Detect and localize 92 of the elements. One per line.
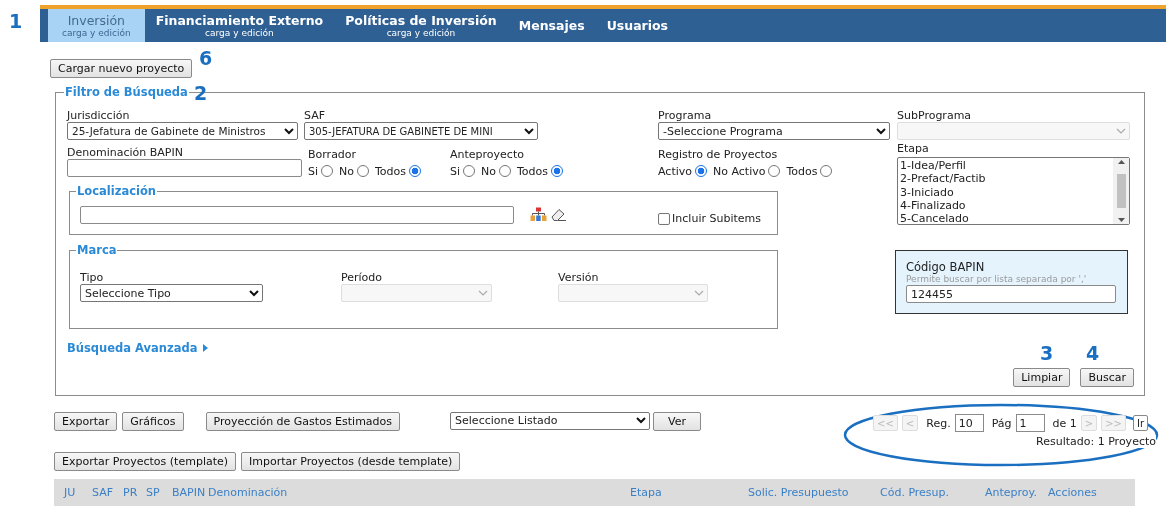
type-select[interactable]: Seleccione Tipo [80, 284, 263, 302]
toolbar-button[interactable]: Exportar [54, 411, 118, 431]
annotation-number: 6 [199, 48, 213, 68]
nav-tab[interactable]: Mensajes [507, 9, 596, 42]
list-option[interactable]: 3-Iniciado [900, 185, 1111, 199]
field-label: SAF [304, 109, 327, 122]
chevron-down-icon [636, 417, 647, 424]
field-label: Pág [991, 416, 1012, 430]
records-input[interactable]: 10 [954, 414, 984, 432]
list-option[interactable]: 5-Cancelado [900, 212, 1111, 226]
scrollbar[interactable] [1113, 158, 1129, 224]
annotation-number: 3 [1040, 343, 1054, 363]
toolbar-button[interactable]: Gráficos [122, 411, 184, 431]
field-label: Borrador [308, 148, 358, 161]
annotation-number: 4 [1086, 343, 1100, 363]
chevron-down-icon [284, 127, 294, 135]
panel-legend: Marca [76, 243, 118, 257]
radio-button[interactable] [768, 165, 781, 177]
radio-label: Si [450, 164, 461, 178]
advanced-search-link[interactable]: Búsqueda Avanzada [67, 341, 209, 355]
checkbox[interactable] [658, 212, 671, 225]
page-count: de 1 [1052, 416, 1077, 430]
field-label: Versión [558, 271, 600, 284]
field-label: Jurisdicción [67, 109, 131, 122]
nav-tab[interactable]: Inversión carga y edición [48, 9, 145, 42]
radio-label: No [481, 164, 496, 178]
chevron-down-icon [249, 289, 259, 297]
filter-button[interactable]: Buscar [1080, 368, 1134, 387]
saf-select[interactable]: 305-JEFATURA DE GABINETE DE MINI [304, 122, 538, 140]
field-label: Reg. [926, 416, 951, 430]
chevron-down-icon [876, 127, 886, 135]
radio-button[interactable] [820, 165, 833, 177]
location-input[interactable] [80, 205, 514, 224]
list-option[interactable]: 4-Finalizado [900, 198, 1111, 213]
bapin-code-input[interactable]: 124455 [906, 285, 1116, 303]
radio-label: Si [308, 164, 319, 178]
eraser-icon[interactable] [550, 207, 567, 222]
field-label: Denominación BAPIN [67, 146, 184, 159]
caret-right-icon [203, 344, 209, 352]
nav-tab[interactable]: Financiamiento Externo carga y edición [144, 9, 335, 42]
go-button[interactable]: Ir [1132, 415, 1148, 431]
radio-button[interactable] [321, 165, 334, 177]
field-label: Código BAPIN [906, 261, 986, 274]
toolbar-button[interactable]: Proyección de Gastos Estimados [205, 411, 401, 431]
jurisdiction-select[interactable]: 25-Jefatura de Gabinete de Ministros [67, 122, 298, 140]
radio-button[interactable] [357, 165, 369, 177]
nav-tab[interactable]: Usuarios [595, 9, 680, 42]
template-button[interactable]: Exportar Proyectos (template) [54, 452, 237, 471]
report-select[interactable]: Seleccione Listado [450, 411, 651, 430]
radio-button[interactable] [499, 165, 511, 177]
filter-button[interactable]: Limpiar [1013, 368, 1071, 387]
chevron-down-icon [1116, 127, 1126, 135]
radio-label: Todos [786, 164, 818, 178]
new-project-button[interactable]: Cargar nuevo proyecto [50, 59, 193, 78]
annotation-number: 2 [194, 83, 208, 103]
stage-listbox[interactable]: 1-Idea/Perfil 2-Prefact/Factib 3-Iniciado 4-Finalizado 5-Cancelado [897, 157, 1130, 225]
field-label: Tipo [80, 271, 105, 284]
field-label: Período [341, 271, 384, 284]
chevron-down-icon [694, 289, 704, 297]
radio-label: Todos [517, 164, 549, 178]
program-select[interactable]: -Seleccione Programa [658, 122, 890, 140]
panel-legend: Localización [76, 184, 157, 198]
radio-label: Activo [658, 164, 692, 178]
radio-button[interactable] [463, 165, 476, 177]
radio-label: Todos [375, 164, 407, 178]
page-input[interactable]: 1 [1015, 414, 1045, 432]
template-button[interactable]: Importar Proyectos (desde template) [241, 452, 461, 471]
radio-button[interactable] [409, 165, 422, 177]
result-count: Resultado: 1 Proyecto [1036, 435, 1156, 448]
checkbox-label: Incluir Subitems [672, 212, 761, 225]
field-label: Etapa [897, 142, 930, 155]
field-label: SubPrograma [897, 109, 973, 122]
field-label: Programa [658, 109, 713, 122]
scroll-down-icon[interactable] [1117, 218, 1125, 222]
panel-legend: Filtro de Búsqueda [64, 85, 189, 99]
chevron-down-icon [524, 127, 534, 135]
scroll-up-icon[interactable] [1117, 160, 1125, 164]
nav-tab[interactable]: Políticas de Inversión carga y edición [334, 9, 508, 42]
annotation-number: 1 [9, 11, 23, 31]
field-label: Anteproyecto [450, 148, 525, 161]
radio-label: No Activo [713, 164, 766, 178]
list-option[interactable]: 2-Prefact/Factib [900, 172, 1111, 186]
field-label: Registro de Proyectos [658, 148, 779, 161]
hierarchy-icon[interactable] [530, 207, 547, 222]
view-button[interactable]: Ver [653, 411, 702, 431]
list-option[interactable]: 1-Idea/Perfil [900, 159, 1111, 173]
name-input[interactable] [67, 159, 302, 177]
field-hint: Permite buscar por lista separada por ',' [906, 274, 1088, 284]
radio-button[interactable] [551, 165, 564, 177]
radio-button[interactable] [695, 165, 707, 177]
chevron-down-icon [478, 289, 488, 297]
radio-label: No [339, 164, 354, 178]
